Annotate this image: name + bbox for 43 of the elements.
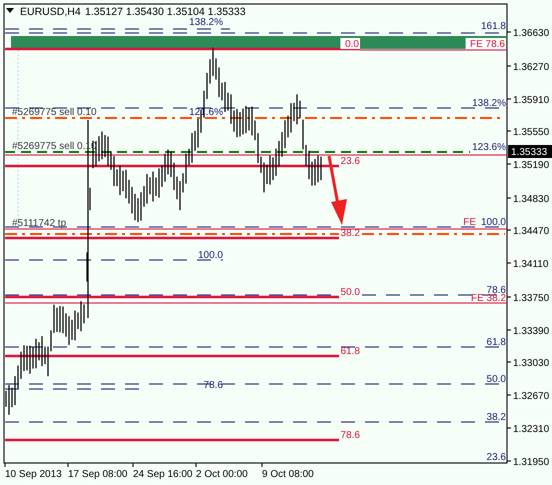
- price-tick-label: 1.34470: [513, 226, 550, 237]
- level-label: FE 38.2: [470, 293, 506, 304]
- price-tick-label: 1.35550: [513, 127, 550, 138]
- time-tick-label: 10 Sep 2013: [5, 469, 62, 480]
- ohlc-values: 1.35127 1.35430 1.35104 1.35333: [85, 6, 246, 18]
- level-label: 38.2: [486, 412, 506, 423]
- dropdown-icon[interactable]: [6, 8, 14, 13]
- level-label: 0.0: [340, 38, 360, 50]
- time-tick-label: 9 Oct 08:00: [262, 469, 314, 480]
- level-label: 78.6: [340, 430, 360, 441]
- price-tick-label: 1.32670: [513, 391, 550, 402]
- symbol-label: EURUSD,H4: [20, 6, 81, 18]
- price-tick-label: 1.33030: [513, 358, 550, 369]
- price-tick-label: 1.32310: [513, 424, 550, 435]
- level-label: 100.0: [198, 250, 223, 261]
- level-label: 61.8: [340, 346, 360, 357]
- price-tick-label: 1.31950: [513, 457, 550, 468]
- price-tick-label: 1.36270: [513, 62, 550, 73]
- level-label: 50.0: [486, 374, 506, 385]
- level-label: 50.0: [340, 287, 360, 298]
- price-tick-label: 1.34110: [513, 259, 548, 270]
- level-label: 123.6%: [472, 142, 506, 153]
- order-label: #5111742 tp: [12, 218, 66, 229]
- level-label: FE: [463, 217, 476, 228]
- level-label: 138.2%: [472, 98, 506, 109]
- current-price-tag: 1.35333: [508, 145, 552, 158]
- level-label: 23.6: [340, 156, 360, 167]
- level-label: 61.8: [486, 337, 506, 348]
- level-label: 138.2%: [189, 17, 223, 28]
- price-tick-label: 1.36630: [513, 28, 550, 39]
- time-tick-label: 24 Sep 16:00: [133, 469, 192, 480]
- price-tick-label: 1.33390: [513, 326, 550, 337]
- order-label: #5269775 sell 0.10: [12, 107, 97, 118]
- level-label: 161.8: [480, 21, 506, 32]
- level-label: FE 78.6: [466, 38, 506, 50]
- price-tick-label: 1.35910: [513, 95, 550, 106]
- level-label: 100.0: [480, 217, 506, 228]
- time-tick-label: 17 Sep 08:00: [68, 469, 128, 480]
- price-tick-label: 1.34830: [513, 194, 550, 205]
- time-tick-label: 2 Oct 00:00: [196, 469, 248, 480]
- level-label: 23.6: [486, 452, 506, 463]
- price-tick-label: 1.35190: [513, 160, 550, 171]
- price-tick-label: 1.33750: [513, 293, 550, 304]
